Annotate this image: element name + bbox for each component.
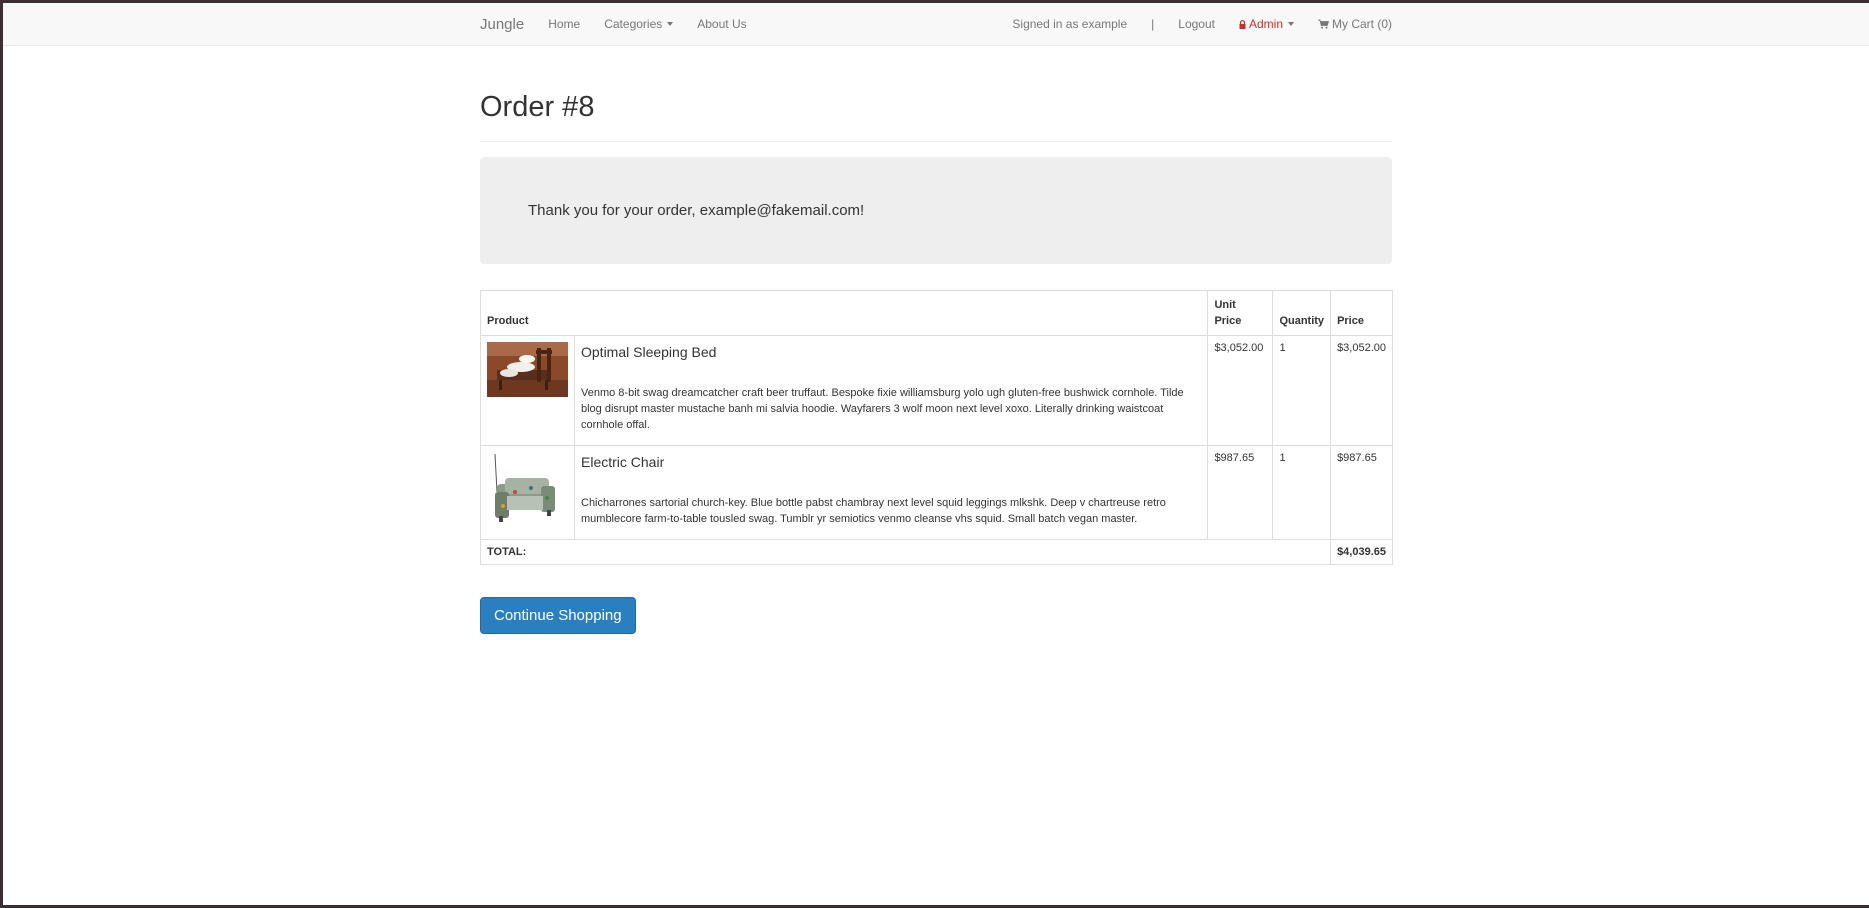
- lock-icon: [1239, 19, 1246, 29]
- navbar-right: Signed in as example | Logout Admin My C…: [1012, 3, 1392, 45]
- thank-you-message: Thank you for your order, example@fakema…: [528, 202, 865, 219]
- table-header-row: Product Unit Price Quantity Price: [479, 290, 1393, 336]
- nav-about-link[interactable]: About Us: [697, 17, 746, 31]
- product-info-cell: Optimal Sleeping Bed Venmo 8-bit swag dr…: [573, 335, 1209, 446]
- order-table: Product Unit Price Quantity Price Optima…: [479, 290, 1393, 565]
- quantity-cell: 1: [1272, 335, 1332, 446]
- navbar-left: Jungle Home Categories About Us: [480, 3, 771, 45]
- admin-dropdown[interactable]: Admin: [1239, 17, 1294, 31]
- table-row: Electric Chair Chicharrones sartorial ch…: [480, 445, 1393, 540]
- product-name[interactable]: Optimal Sleeping Bed: [581, 343, 1201, 361]
- total-label: TOTAL:: [479, 539, 1332, 565]
- product-image-cell: [480, 445, 575, 540]
- unit-price-cell: $987.65: [1207, 445, 1274, 540]
- product-description: Chicharrones sartorial church-key. Blue …: [581, 497, 1166, 525]
- top-navbar: Jungle Home Categories About Us Signed i…: [3, 3, 1869, 46]
- table-row: Optimal Sleeping Bed Venmo 8-bit swag dr…: [480, 335, 1393, 446]
- header-product: Product: [479, 290, 1209, 336]
- header-unit-price-line1: Unit: [1214, 299, 1236, 311]
- nav-home-link[interactable]: Home: [548, 17, 580, 31]
- price-cell: $3,052.00: [1330, 335, 1393, 446]
- product-name[interactable]: Electric Chair: [581, 453, 1201, 471]
- caret-down-icon: [667, 22, 674, 26]
- order-confirmation-panel: Thank you for your order, example@fakema…: [480, 157, 1392, 264]
- total-value: $4,039.65: [1330, 539, 1393, 565]
- product-description: Venmo 8-bit swag dreamcatcher craft beer…: [581, 387, 1184, 431]
- nav-categories-label: Categories: [604, 17, 663, 31]
- browser-viewport: Jungle Home Categories About Us Signed i…: [3, 3, 1869, 905]
- product-image-chair[interactable]: [487, 452, 568, 532]
- price-cell: $987.65: [1330, 445, 1393, 540]
- header-unit-price: Unit Price: [1207, 290, 1274, 336]
- product-info-cell: Electric Chair Chicharrones sartorial ch…: [573, 445, 1209, 540]
- product-image-bed[interactable]: [487, 342, 568, 397]
- logout-link[interactable]: Logout: [1178, 17, 1215, 31]
- brand-link[interactable]: Jungle: [480, 16, 524, 33]
- total-row: TOTAL: $4,039.65: [479, 539, 1393, 565]
- caret-down-icon: [1288, 22, 1294, 26]
- cart-label: My Cart (0): [1332, 17, 1392, 31]
- header-price: Price: [1330, 290, 1393, 336]
- unit-price-cell: $3,052.00: [1207, 335, 1274, 446]
- page-title: Order #8: [480, 91, 595, 123]
- product-image-cell: [480, 335, 575, 446]
- navbar-container: Jungle Home Categories About Us Signed i…: [480, 3, 1392, 45]
- nav-categories-dropdown[interactable]: Categories: [604, 17, 674, 31]
- signed-in-text: Signed in as example: [1012, 17, 1128, 31]
- cart-link[interactable]: My Cart (0): [1318, 17, 1392, 31]
- title-divider: [480, 141, 1392, 142]
- admin-label: Admin: [1248, 17, 1283, 31]
- header-unit-price-line2: Price: [1214, 315, 1242, 327]
- cart-icon: [1318, 19, 1329, 29]
- nav-separator: |: [1151, 17, 1155, 31]
- continue-shopping-button[interactable]: Continue Shopping: [480, 597, 636, 634]
- header-quantity: Quantity: [1272, 290, 1332, 336]
- quantity-cell: 1: [1272, 445, 1332, 540]
